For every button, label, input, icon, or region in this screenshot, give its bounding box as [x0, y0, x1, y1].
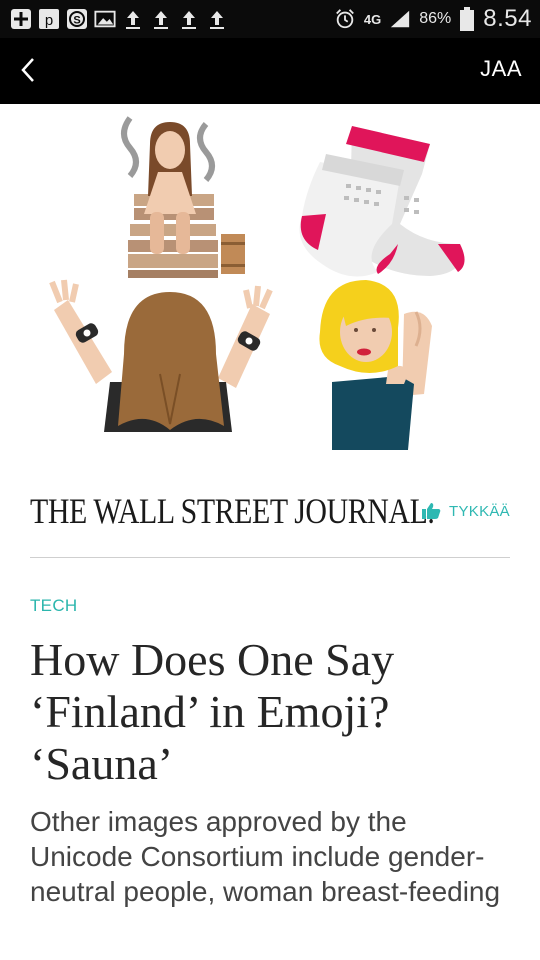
network-type: 4G — [363, 11, 382, 27]
sauna-emoji — [121, 116, 245, 278]
publisher-logo[interactable]: THE WALL STREET JOURNAL. — [30, 490, 435, 532]
thumbs-up-icon — [422, 503, 441, 519]
notification-icons: p S — [10, 6, 228, 32]
clock: 8.54 — [483, 5, 532, 32]
upload-icon — [150, 8, 172, 30]
woolly-socks-emoji — [299, 126, 465, 277]
section-label[interactable]: TECH — [30, 596, 77, 616]
status-bar: p S 4G 86% 8.54 — [0, 0, 540, 38]
upload-icon — [122, 8, 144, 30]
blonde-woman-emoji — [319, 280, 432, 450]
plus-icon — [10, 8, 32, 30]
alarm-icon — [334, 8, 356, 30]
like-label: TYKKÄÄ — [449, 502, 510, 520]
svg-text:p: p — [45, 12, 53, 29]
battery-icon — [459, 7, 475, 31]
back-button[interactable] — [8, 50, 48, 90]
upload-icon — [178, 8, 200, 30]
upload-icon — [206, 8, 228, 30]
battery-percent: 86% — [419, 10, 452, 27]
divider — [30, 557, 510, 558]
heavy-metal-emoji — [49, 279, 273, 432]
back-chevron-icon — [21, 58, 34, 82]
system-icons: 4G 86% 8.54 — [334, 4, 532, 34]
app-toolbar: JAA — [0, 38, 540, 104]
article-hero-image — [0, 104, 540, 462]
image-icon — [94, 8, 116, 30]
article-headline: How Does One Say ‘Finland’ in Emoji? ‘Sa… — [30, 634, 395, 789]
svg-text:S: S — [73, 15, 80, 27]
like-button[interactable]: TYKKÄÄ — [421, 502, 510, 520]
article-summary: Other images approved by the Unicode Con… — [30, 806, 501, 907]
publisher-row: THE WALL STREET JOURNAL. TYKKÄÄ — [0, 480, 540, 550]
signal-icon — [389, 8, 411, 30]
share-button[interactable]: JAA — [480, 56, 522, 82]
p-icon: p — [38, 8, 60, 30]
dollar-icon: S — [66, 8, 88, 30]
